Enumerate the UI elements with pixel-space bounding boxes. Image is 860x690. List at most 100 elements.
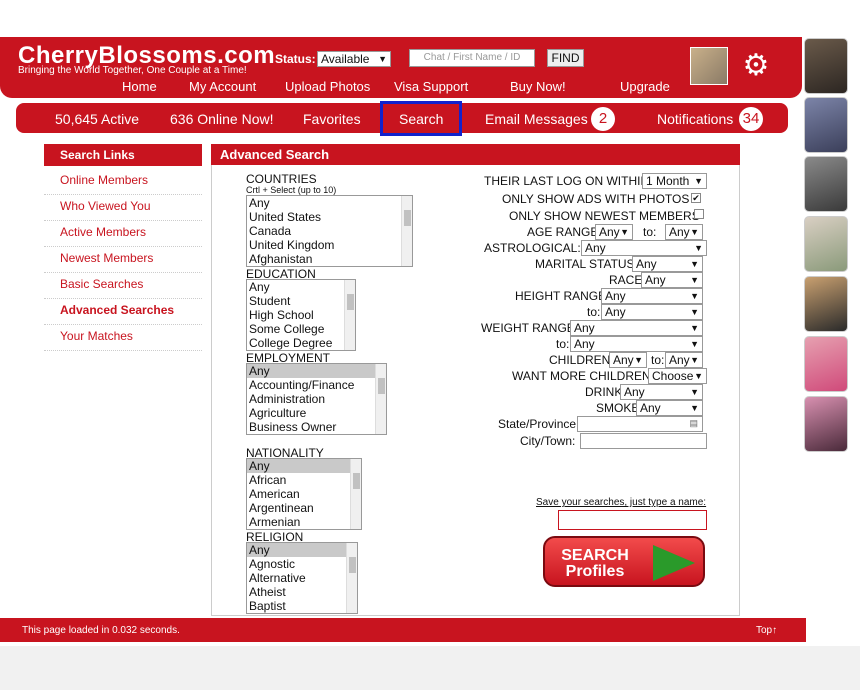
nav-my-account[interactable]: My Account (189, 79, 256, 94)
employment-listbox[interactable]: Any Accounting/Finance Administration Ag… (246, 363, 387, 435)
favorites-link[interactable]: Favorites (303, 111, 361, 127)
list-item[interactable]: Any (247, 459, 361, 473)
city-input[interactable] (580, 433, 707, 449)
sidebar-item-online-members[interactable]: Online Members (44, 169, 202, 195)
list-item[interactable]: High School (247, 308, 355, 322)
list-item[interactable]: Alternative (247, 571, 357, 585)
list-item[interactable]: Any (247, 196, 412, 210)
active-count-link[interactable]: 50,645 Active (55, 111, 139, 127)
sidebar-item-advanced-searches[interactable]: Advanced Searches (44, 299, 202, 325)
save-search-input[interactable] (558, 510, 707, 530)
gear-icon[interactable]: ⚙ (740, 50, 772, 82)
list-item[interactable]: Any (247, 543, 357, 557)
age-to-label: to: (643, 225, 657, 239)
scrollbar[interactable] (350, 459, 361, 529)
list-item[interactable]: United States (247, 210, 412, 224)
age-range-label: AGE RANGE (527, 225, 599, 239)
children-min-value: Any (613, 353, 634, 367)
member-thumbnail[interactable] (804, 216, 848, 272)
list-item[interactable]: African (247, 473, 361, 487)
list-item[interactable]: Accounting/Finance (247, 378, 386, 392)
education-listbox[interactable]: Any Student High School Some College Col… (246, 279, 356, 351)
member-thumbnail[interactable] (804, 97, 848, 153)
email-messages-link[interactable]: Email Messages (485, 111, 588, 127)
list-item[interactable]: Argentinean (247, 501, 361, 515)
member-thumbnail[interactable] (804, 276, 848, 332)
weight-min-value: Any (574, 321, 595, 335)
avatar[interactable] (690, 47, 728, 85)
member-thumbnail[interactable] (804, 336, 848, 392)
member-thumbnail[interactable] (804, 38, 848, 94)
scrollbar[interactable] (375, 364, 386, 434)
smoke-select[interactable]: Any ▼ (636, 400, 703, 416)
chevron-down-icon: ▼ (690, 339, 699, 349)
status-select[interactable]: Available ▼ (317, 51, 391, 67)
weight-min-select[interactable]: Any ▼ (570, 320, 703, 336)
list-item[interactable]: Agnostic (247, 557, 357, 571)
list-item[interactable]: Baptist (247, 599, 357, 613)
last-log-value: 1 Month (646, 174, 690, 188)
list-item[interactable]: Atheist (247, 585, 357, 599)
race-select[interactable]: Any ▼ (641, 272, 703, 288)
nav-home[interactable]: Home (122, 79, 157, 94)
sidebar-item-who-viewed-you[interactable]: Who Viewed You (44, 195, 202, 221)
weight-max-value: Any (574, 337, 595, 351)
children-label: CHILDREN (549, 353, 611, 367)
weight-max-select[interactable]: Any ▼ (570, 336, 703, 352)
want-children-select[interactable]: Choose ▼ (648, 368, 707, 384)
state-input[interactable]: ▤ (577, 416, 703, 432)
scrollbar[interactable] (344, 280, 355, 350)
height-min-value: Any (605, 289, 626, 303)
list-item[interactable]: Business Owner (247, 420, 386, 434)
chat-search-input[interactable]: Chat / First Name / ID (409, 49, 535, 67)
list-item[interactable]: Afghanistan (247, 252, 412, 266)
chevron-down-icon: ▼ (690, 275, 699, 285)
list-item[interactable]: United Kingdom (247, 238, 412, 252)
astrological-select[interactable]: Any ▼ (581, 240, 707, 256)
nav-buy-now[interactable]: Buy Now! (510, 79, 566, 94)
scrollbar[interactable] (346, 543, 357, 613)
list-item[interactable]: Armenian (247, 515, 361, 529)
back-to-top-link[interactable]: Top↑ (756, 625, 777, 636)
countries-listbox[interactable]: Any United States Canada United Kingdom … (246, 195, 413, 267)
status-value: Available (321, 52, 370, 66)
list-item[interactable]: Some College (247, 322, 355, 336)
list-item[interactable]: Student (247, 294, 355, 308)
nav-visa-support[interactable]: Visa Support (394, 79, 468, 94)
marital-status-select[interactable]: Any ▼ (632, 256, 703, 272)
list-item[interactable]: Administration (247, 392, 386, 406)
last-log-select[interactable]: 1 Month ▼ (642, 173, 707, 189)
sidebar-item-your-matches[interactable]: Your Matches (44, 325, 202, 351)
drink-select[interactable]: Any ▼ (620, 384, 703, 400)
religion-listbox[interactable]: Any Agnostic Alternative Atheist Baptist (246, 542, 358, 614)
notifications-link[interactable]: Notifications (657, 111, 733, 127)
nationality-listbox[interactable]: Any African American Argentinean Armenia… (246, 458, 362, 530)
nav-upgrade[interactable]: Upgrade (620, 79, 670, 94)
list-item[interactable]: American (247, 487, 361, 501)
sidebar-item-basic-searches[interactable]: Basic Searches (44, 273, 202, 299)
scrollbar[interactable] (401, 196, 412, 266)
list-item[interactable]: Agriculture (247, 406, 386, 420)
height-min-select[interactable]: Any ▼ (601, 288, 703, 304)
sidebar-item-newest-members[interactable]: Newest Members (44, 247, 202, 273)
sidebar-item-active-members[interactable]: Active Members (44, 221, 202, 247)
member-thumbnail[interactable] (804, 396, 848, 452)
list-item[interactable]: Canada (247, 224, 412, 238)
nav-upload-photos[interactable]: Upload Photos (285, 79, 370, 94)
list-item[interactable]: Any (247, 364, 386, 378)
age-max-value: Any (669, 225, 690, 239)
online-now-link[interactable]: 636 Online Now! (170, 111, 274, 127)
search-profiles-button[interactable]: SEARCH Profiles (543, 536, 705, 587)
member-thumbnail[interactable] (804, 156, 848, 212)
children-min-select[interactable]: Any ▼ (609, 352, 647, 368)
list-item[interactable]: Any (247, 280, 355, 294)
newest-only-checkbox[interactable] (694, 209, 704, 219)
age-max-select[interactable]: Any ▼ (665, 224, 703, 240)
list-item[interactable]: College Degree (247, 336, 355, 350)
astrological-value: Any (585, 241, 606, 255)
find-button[interactable]: FIND (547, 49, 584, 67)
children-max-select[interactable]: Any ▼ (665, 352, 703, 368)
age-min-select[interactable]: Any ▼ (595, 224, 633, 240)
height-max-select[interactable]: Any ▼ (601, 304, 703, 320)
photos-only-checkbox[interactable]: ✔ (691, 193, 701, 203)
